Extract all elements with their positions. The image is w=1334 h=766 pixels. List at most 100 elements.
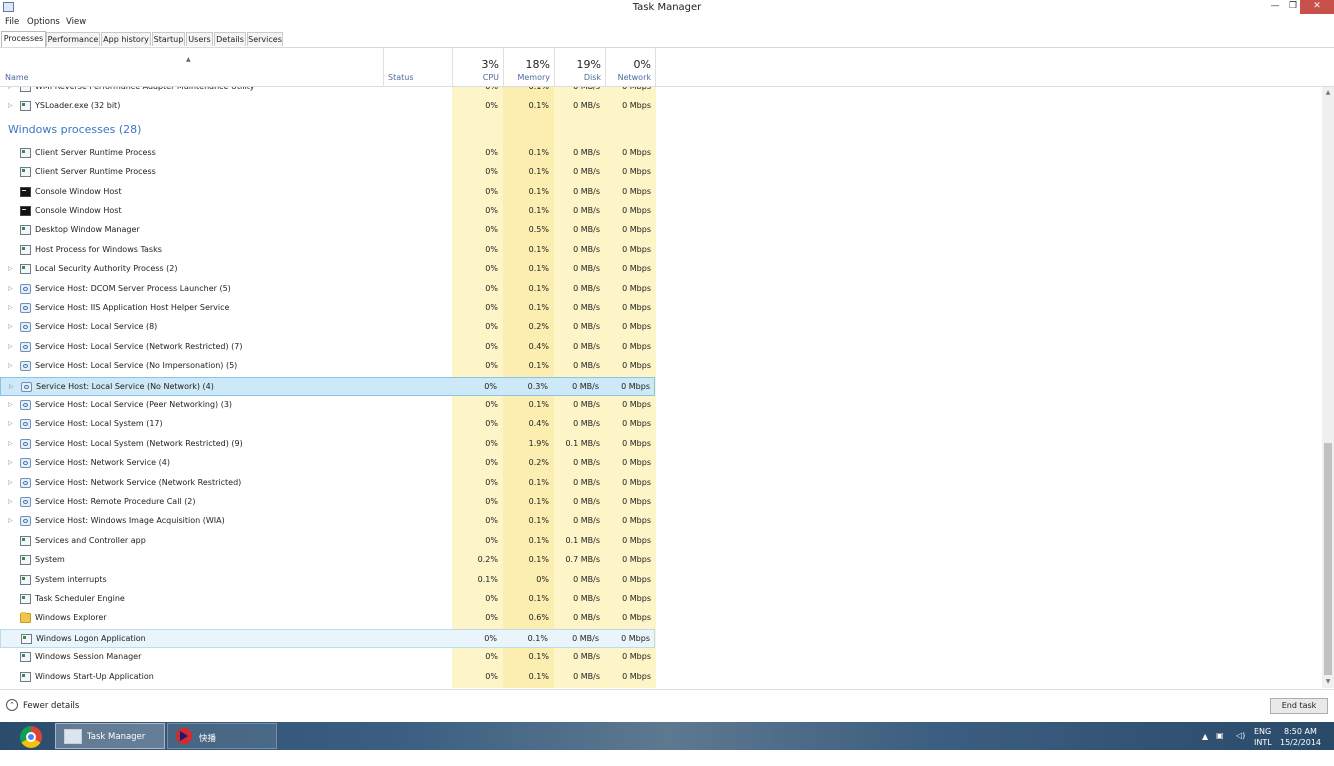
- tray-date[interactable]: 15/2/2014: [1280, 738, 1321, 766]
- chevron-up-icon[interactable]: ⌃: [6, 699, 18, 711]
- tab-processes[interactable]: Processes: [1, 31, 46, 47]
- expand-chevron-icon[interactable]: ▷: [8, 401, 13, 408]
- process-row[interactable]: ▷ Service Host: Windows Image Acquisition…: [0, 512, 655, 531]
- process-row[interactable]: ▷ Service Host: Local Service (No Imperso…: [0, 357, 655, 376]
- expand-chevron-icon[interactable]: ▷: [9, 383, 14, 390]
- column-headers: ▲ Name Status 3% CPU 18% Memory 19% Disk…: [0, 48, 1334, 87]
- scroll-down-icon[interactable]: ▼: [1322, 676, 1334, 688]
- process-row[interactable]: ▷ Service Host: IIS Application Host Help…: [0, 299, 655, 318]
- group-header-windows-processes[interactable]: Windows processes (28): [8, 123, 141, 136]
- cpu-label: CPU: [482, 73, 499, 82]
- memory-value: 0.1%: [528, 497, 549, 506]
- network-value: 0 Mbps: [622, 101, 651, 111]
- expand-chevron-icon[interactable]: ▷: [8, 304, 13, 311]
- disk-value: 0 MB/s: [573, 477, 600, 487]
- process-row[interactable]: Client Server Runtime Process 0% 0.1% 0 MB/…: [0, 144, 655, 163]
- process-row[interactable]: ▷ YSLoader.exe (32 bit) 0% 0.1% 0 MB/s 0 Mbps: [0, 97, 655, 116]
- network-icon[interactable]: ▣: [1216, 731, 1224, 740]
- column-status[interactable]: Status: [383, 48, 452, 86]
- expand-chevron-icon[interactable]: ▷: [8, 87, 13, 90]
- process-row[interactable]: ▷ WMI Reverse Performance Adapter Mainten…: [0, 87, 655, 97]
- service-gear-icon: [20, 497, 31, 507]
- end-task-button[interactable]: End task: [1270, 698, 1328, 714]
- cpu-value: 0.1%: [477, 574, 498, 584]
- process-row[interactable]: Host Process for Windows Tasks 0% 0.1% 0 MB…: [0, 241, 655, 260]
- expand-chevron-icon[interactable]: ▷: [8, 285, 13, 292]
- disk-value: 0 MB/s: [573, 652, 600, 662]
- process-row[interactable]: ▷ Service Host: Local Service (Peer Netwo…: [0, 396, 655, 415]
- process-row[interactable]: ▷ Service Host: Remote Procedure Call (2)…: [0, 493, 655, 512]
- taskbar-task-manager[interactable]: Task Manager: [55, 723, 165, 749]
- vertical-scrollbar[interactable]: ▲ ▼: [1322, 87, 1334, 688]
- network-value: 0 Mbps: [622, 206, 651, 215]
- disk-value: 0 MB/s: [573, 147, 600, 157]
- process-row[interactable]: Windows Logon Application 0% 0.1% 0 MB/s 0 M…: [0, 628, 655, 648]
- tab-startup[interactable]: Startup: [152, 32, 185, 46]
- network-value: 0 Mbps: [622, 652, 651, 662]
- process-row[interactable]: System 0.2% 0.1% 0.7 MB/s 0 Mbps: [0, 551, 655, 570]
- process-row[interactable]: ▷ Service Host: Network Service (Network …: [0, 474, 655, 493]
- tray-expand-icon[interactable]: ▲: [1202, 732, 1208, 741]
- process-row[interactable]: ▷ Service Host: Local System (Network Res…: [0, 435, 655, 454]
- process-row[interactable]: Desktop Window Manager 0% 0.5% 0 MB/s 0 Mbps: [0, 221, 655, 240]
- expand-chevron-icon[interactable]: ▷: [8, 343, 13, 350]
- expand-chevron-icon[interactable]: ▷: [8, 440, 13, 447]
- tab-details[interactable]: Details: [214, 32, 246, 46]
- expand-chevron-icon[interactable]: ▷: [8, 102, 13, 109]
- scroll-up-icon[interactable]: ▲: [1322, 87, 1334, 99]
- taskbar-kuaibo[interactable]: 快播: [167, 723, 277, 749]
- volume-icon[interactable]: ◁): [1236, 731, 1245, 740]
- process-name: Service Host: Local System (Network Rest…: [35, 438, 243, 448]
- expand-chevron-icon[interactable]: ▷: [8, 479, 13, 486]
- fewer-details-link[interactable]: Fewer details: [23, 701, 79, 711]
- process-name: Service Host: DCOM Server Process Launch…: [35, 283, 231, 293]
- process-row[interactable]: ▷ Service Host: Local Service (Network Re…: [0, 338, 655, 357]
- disk-value: 0 MB/s: [573, 497, 600, 506]
- column-cpu[interactable]: 3% CPU: [452, 48, 503, 86]
- tab-app-history[interactable]: App history: [101, 32, 151, 46]
- network-value: 0 Mbps: [622, 341, 651, 351]
- menu-file[interactable]: File: [5, 17, 19, 27]
- process-row[interactable]: Console Window Host 0% 0.1% 0 MB/s 0 Mbps: [0, 183, 655, 202]
- scroll-thumb[interactable]: [1324, 443, 1332, 675]
- expand-chevron-icon[interactable]: ▷: [8, 517, 13, 524]
- network-value: 0 Mbps: [622, 264, 651, 274]
- menu-view[interactable]: View: [66, 17, 86, 27]
- process-list[interactable]: ▷ WMI Reverse Performance Adapter Mainten…: [0, 87, 1322, 688]
- column-network[interactable]: 0% Network: [605, 48, 656, 86]
- process-row[interactable]: Task Scheduler Engine 0% 0.1% 0 MB/s 0 Mbps: [0, 590, 655, 609]
- expand-chevron-icon[interactable]: ▷: [8, 420, 13, 427]
- process-row[interactable]: Windows Start-Up Application 0% 0.1% 0 MB/s…: [0, 668, 655, 687]
- network-value: 0 Mbps: [621, 633, 650, 643]
- column-memory[interactable]: 18% Memory: [503, 48, 554, 86]
- process-row[interactable]: ▷ Service Host: Local Service (8) 0% 0.2% 0 …: [0, 318, 655, 337]
- tab-services[interactable]: Services: [247, 32, 283, 46]
- process-row[interactable]: ▷ Service Host: Local System (17) 0% 0.4% 0 …: [0, 415, 655, 434]
- process-row[interactable]: Client Server Runtime Process 0% 0.1% 0 MB/…: [0, 163, 655, 182]
- expand-chevron-icon[interactable]: ▷: [8, 498, 13, 505]
- column-name[interactable]: Name: [0, 48, 383, 86]
- menu-options[interactable]: Options: [27, 17, 60, 27]
- process-row[interactable]: ▷ Service Host: DCOM Server Process Launc…: [0, 280, 655, 299]
- tab-users[interactable]: Users: [186, 32, 213, 46]
- process-row[interactable]: Console Window Host 0% 0.1% 0 MB/s 0 Mbps: [0, 202, 655, 221]
- process-row[interactable]: Services and Controller app 0% 0.1% 0.1 MB/…: [0, 532, 655, 551]
- expand-chevron-icon[interactable]: ▷: [8, 265, 13, 272]
- expand-chevron-icon[interactable]: ▷: [8, 459, 13, 466]
- expand-chevron-icon[interactable]: ▷: [8, 362, 13, 369]
- column-disk[interactable]: 19% Disk: [554, 48, 605, 86]
- network-value: 0 Mbps: [622, 477, 651, 487]
- process-row[interactable]: Windows Session Manager 0% 0.1% 0 MB/s 0 Mbp…: [0, 648, 655, 667]
- process-row[interactable]: Windows Explorer 0% 0.6% 0 MB/s 0 Mbps: [0, 609, 655, 628]
- tray-keyboard[interactable]: INTL: [1254, 738, 1272, 766]
- process-row[interactable]: System interrupts 0.1% 0% 0 MB/s 0 Mbps: [0, 571, 655, 590]
- disk-value: 0.7 MB/s: [565, 555, 600, 565]
- process-row[interactable]: ▷ Local Security Authority Process (2) 0% 0…: [0, 260, 655, 279]
- tab-performance[interactable]: Performance: [46, 32, 100, 46]
- memory-total: 18%: [525, 58, 550, 71]
- expand-chevron-icon[interactable]: ▷: [8, 323, 13, 330]
- process-row[interactable]: ▷ Service Host: Local Service (No Network…: [0, 376, 655, 396]
- close-button[interactable]: ✕: [1300, 0, 1334, 14]
- process-row[interactable]: ▷ Service Host: Network Service (4) 0% 0.2%…: [0, 454, 655, 473]
- chrome-icon[interactable]: [20, 726, 42, 748]
